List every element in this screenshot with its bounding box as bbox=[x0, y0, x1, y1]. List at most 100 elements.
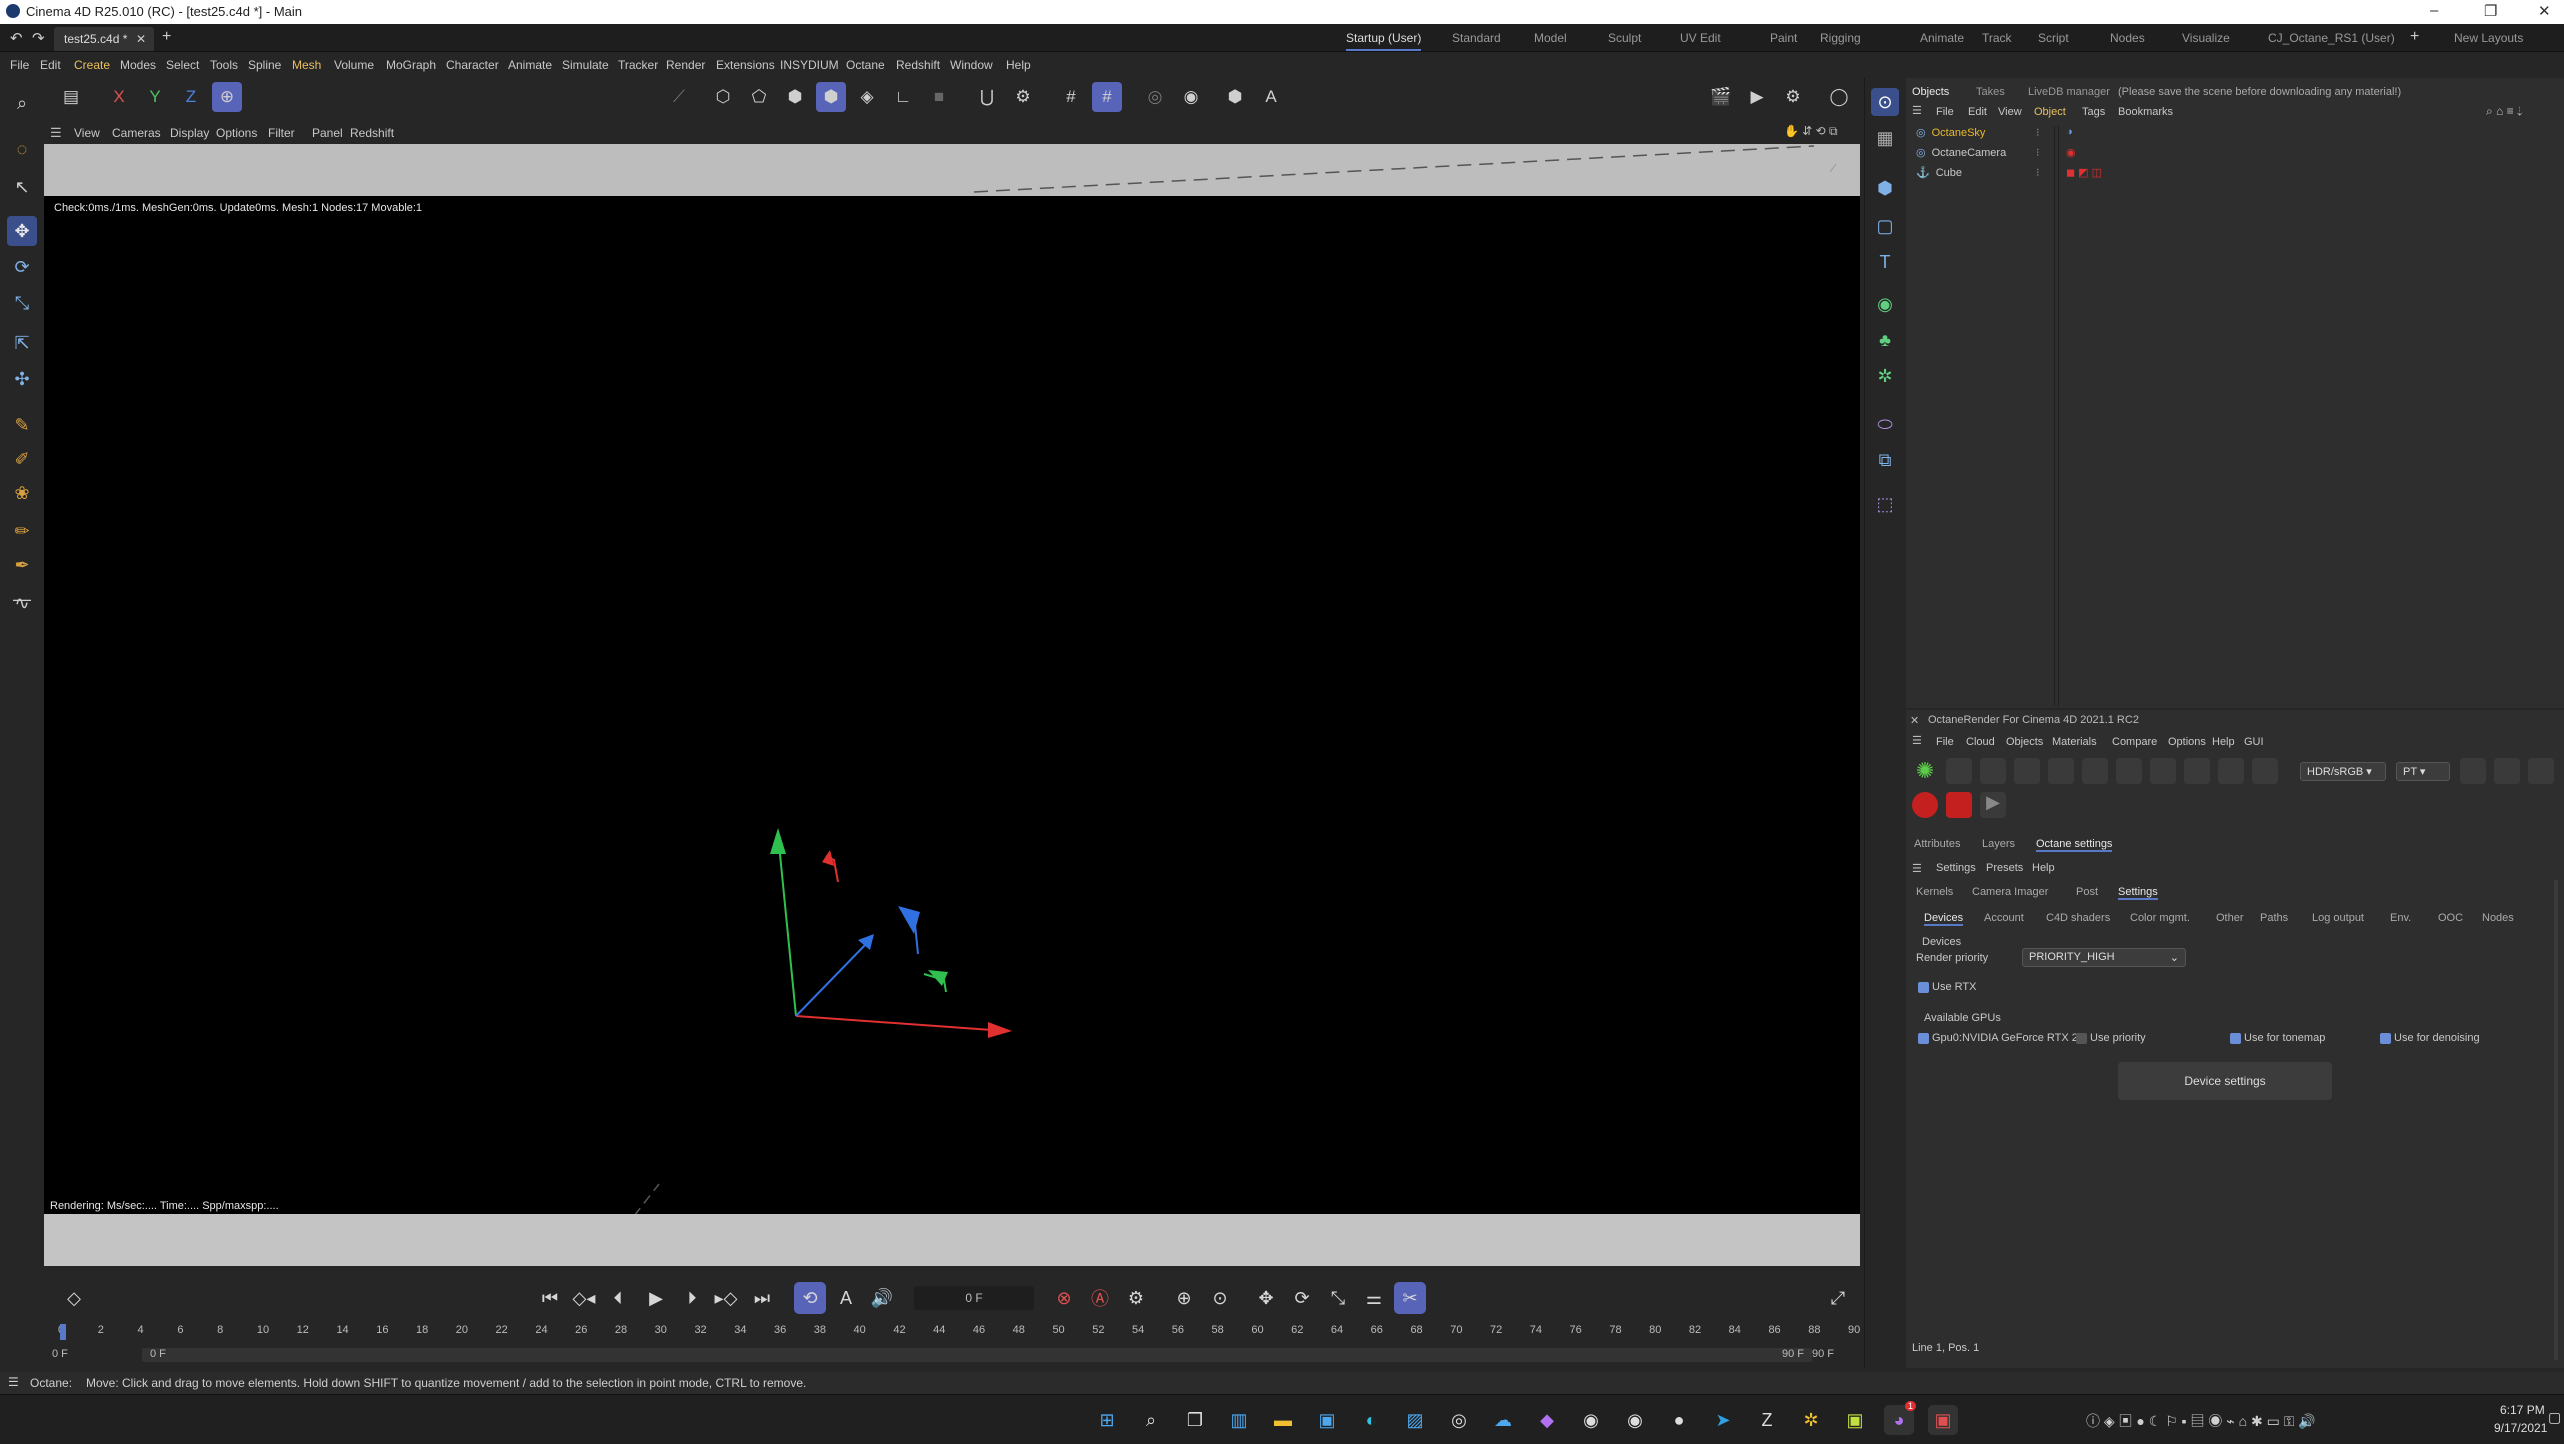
layout-tab-9[interactable]: Script bbox=[2038, 31, 2069, 45]
range-bar[interactable]: 0 F 0 F 90 F 90 F bbox=[44, 1346, 1860, 1364]
octane-start-render-icon[interactable] bbox=[1912, 792, 1938, 818]
render-settings-icon[interactable]: ⚙ bbox=[1778, 82, 1808, 112]
text-icon[interactable]: T bbox=[1871, 248, 1899, 276]
snap-settings-icon[interactable]: ⚙ bbox=[1008, 82, 1038, 112]
objects-search-icons[interactable]: ⌕ ⌂ ≡ ⇣ bbox=[2486, 104, 2523, 119]
knife-icon[interactable]: ✒ bbox=[7, 550, 37, 580]
prev-key-icon[interactable]: ◇◂ bbox=[568, 1282, 600, 1314]
menu-animate[interactable]: Animate bbox=[508, 58, 552, 72]
object-tag-icon[interactable]: ◉ bbox=[2066, 146, 2076, 159]
octane-menu-help[interactable]: Help bbox=[2212, 736, 2235, 748]
spline-icon[interactable]: ▢ bbox=[1871, 212, 1899, 240]
settings-menu-1[interactable]: Presets bbox=[1986, 862, 2023, 874]
edge-icon[interactable]: ◐ bbox=[1356, 1405, 1386, 1435]
new-layouts-button[interactable]: New Layouts bbox=[2454, 31, 2523, 45]
object-row[interactable]: ⚓ Cube ⁝ ◼ ◩ ◫ bbox=[1916, 166, 2102, 184]
octane-logo-icon[interactable]: ✺ bbox=[1912, 758, 1938, 784]
octane-settings-icon[interactable] bbox=[2048, 758, 2074, 784]
selection-tool-icon[interactable]: ↖ bbox=[7, 172, 37, 202]
octane-pause-icon[interactable] bbox=[1980, 758, 2006, 784]
polygons-mode-icon[interactable]: ⬢ bbox=[780, 82, 810, 112]
menu-octane[interactable]: Octane bbox=[846, 58, 885, 72]
current-frame-field[interactable]: 0 F bbox=[914, 1286, 1034, 1310]
octane-menu-options[interactable]: Options bbox=[2168, 736, 2206, 748]
viewport-menu-view[interactable]: View bbox=[74, 126, 100, 140]
axis-y-button[interactable]: Y bbox=[140, 82, 170, 112]
widgets-icon[interactable]: ▥ bbox=[1224, 1405, 1254, 1435]
playhead[interactable] bbox=[60, 1324, 66, 1340]
octane-focus-icon[interactable] bbox=[2218, 758, 2244, 784]
objects-menu-file[interactable]: File bbox=[1936, 106, 1954, 118]
layout-tab-12[interactable]: CJ_Octane_RS1 (User) bbox=[2268, 31, 2395, 45]
objects-menu-object[interactable]: Object bbox=[2034, 106, 2066, 118]
viewport-nav-icons[interactable]: ✋ ⇵ ⟲ ⧉ bbox=[1784, 124, 1838, 139]
tag-icon[interactable]: ⬚ bbox=[1871, 490, 1899, 518]
add-layout-icon[interactable]: + bbox=[2410, 28, 2419, 46]
goto-end-icon[interactable]: ⏭ bbox=[746, 1282, 778, 1314]
menu-tools[interactable]: Tools bbox=[210, 58, 238, 72]
file-explorer-icon[interactable]: ▬ bbox=[1268, 1405, 1298, 1435]
use-denoising-checkbox[interactable] bbox=[2380, 1033, 2391, 1044]
cloud-icon[interactable]: ☁ bbox=[1488, 1405, 1518, 1435]
unreal-icon[interactable]: ◎ bbox=[1444, 1405, 1474, 1435]
main-tab-0[interactable]: Kernels bbox=[1916, 886, 1953, 898]
layout-tab-6[interactable]: Rigging bbox=[1820, 31, 1861, 45]
visibility-icon[interactable]: ⁝ bbox=[2036, 166, 2040, 179]
snap-icon[interactable]: ⋃ bbox=[972, 82, 1002, 112]
visibility-icon[interactable]: ⁝ bbox=[2036, 146, 2040, 159]
layers-icon[interactable]: ▦ bbox=[1871, 124, 1899, 152]
maximize-icon[interactable]: ❐ bbox=[2484, 2, 2497, 20]
render-priority-select[interactable]: PRIORITY_HIGH ⌄ bbox=[2022, 948, 2186, 967]
prev-frame-icon[interactable]: ⏴ bbox=[602, 1282, 634, 1314]
menu-mograph[interactable]: MoGraph bbox=[386, 58, 436, 72]
start-icon[interactable]: ⊞ bbox=[1092, 1405, 1122, 1435]
viewport[interactable]: Check:0ms./1ms. MeshGen:0ms. Update0ms. … bbox=[44, 144, 1860, 1266]
telegram-icon[interactable]: ➤ bbox=[1708, 1405, 1738, 1435]
status-menu-icon[interactable]: ☰ bbox=[8, 1375, 19, 1389]
task-view-icon[interactable]: ❐ bbox=[1180, 1405, 1210, 1435]
undo-icon[interactable]: ↶ bbox=[10, 29, 23, 47]
visual-studio-icon[interactable]: ◆ bbox=[1532, 1405, 1562, 1435]
octane-hex-icon[interactable] bbox=[2460, 758, 2486, 784]
workplane-icon[interactable]: # bbox=[1092, 82, 1122, 112]
sub-tab-1[interactable]: Account bbox=[1984, 912, 2024, 924]
search-icon[interactable]: ⌕ bbox=[7, 88, 37, 118]
objects-menu-bookmarks[interactable]: Bookmarks bbox=[2118, 106, 2173, 118]
object-row[interactable]: ◎ OctaneCamera ⁝ ◉ bbox=[1916, 146, 2076, 164]
main-tab-2[interactable]: Post bbox=[2076, 886, 2098, 898]
field-icon[interactable]: ⬭ bbox=[1871, 410, 1899, 438]
key-scale-icon[interactable]: ⤡ bbox=[1322, 1282, 1354, 1314]
range-slider[interactable]: 0 F 90 F bbox=[142, 1348, 1812, 1362]
spline-smooth-icon[interactable]: ❀ bbox=[7, 478, 37, 508]
coordinate-system-icon[interactable]: ⊕ bbox=[212, 82, 242, 112]
brush-icon[interactable]: ✏ bbox=[7, 516, 37, 546]
key-rotate-icon[interactable]: ⟳ bbox=[1286, 1282, 1318, 1314]
sub-tab-5[interactable]: Paths bbox=[2260, 912, 2288, 924]
model-mode-icon[interactable]: ⬢ bbox=[816, 82, 846, 112]
close-tab-icon[interactable]: ✕ bbox=[136, 32, 146, 46]
menu-select[interactable]: Select bbox=[166, 58, 199, 72]
edges-mode-icon[interactable]: ⬠ bbox=[744, 82, 774, 112]
points-mode-icon[interactable]: ⬡ bbox=[708, 82, 738, 112]
app-icon-1[interactable]: ✲ bbox=[1796, 1405, 1826, 1435]
axis-mode-icon[interactable]: ∟ bbox=[888, 82, 918, 112]
timeline-expand-icon[interactable]: ⤢ bbox=[1822, 1282, 1854, 1314]
octane-play-icon[interactable]: ▶ bbox=[1980, 792, 2006, 818]
gpu0-checkbox[interactable] bbox=[1918, 1033, 1929, 1044]
project-icon[interactable]: ▤ bbox=[56, 82, 86, 112]
layout-tab-2[interactable]: Model bbox=[1534, 31, 1567, 45]
menu-character[interactable]: Character bbox=[446, 58, 499, 72]
menu-extensions[interactable]: Extensions bbox=[716, 58, 775, 72]
search-taskbar-icon[interactable]: ⌕ bbox=[1136, 1405, 1166, 1435]
soft-select-icon[interactable]: ◉ bbox=[1176, 82, 1206, 112]
close-icon[interactable]: ✕ bbox=[2538, 2, 2551, 20]
layout-tab-4[interactable]: UV Edit bbox=[1680, 31, 1721, 45]
texture-mode-icon[interactable]: ■ bbox=[924, 82, 954, 112]
attr-tab-2[interactable]: Octane settings bbox=[2036, 838, 2113, 852]
menu-redshift[interactable]: Redshift bbox=[896, 58, 940, 72]
key-move-icon[interactable]: ✥ bbox=[1250, 1282, 1282, 1314]
viewport-menu-panel[interactable]: Panel bbox=[312, 126, 343, 140]
layout-tab-10[interactable]: Nodes bbox=[2110, 31, 2145, 45]
kernel-select[interactable]: PT ▾ bbox=[2396, 762, 2450, 781]
use-tonemap-checkbox[interactable] bbox=[2230, 1033, 2241, 1044]
